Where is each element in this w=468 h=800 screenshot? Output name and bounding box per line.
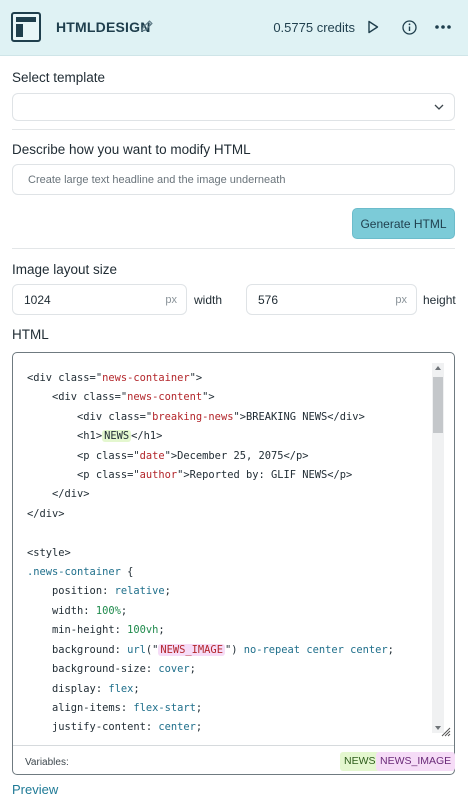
width-unit: px bbox=[165, 294, 177, 306]
scroll-up-arrow-icon[interactable] bbox=[434, 365, 442, 371]
scrollbar-thumb[interactable] bbox=[433, 377, 443, 433]
generate-html-button[interactable]: Generate HTML bbox=[352, 208, 455, 239]
template-select[interactable] bbox=[12, 93, 455, 121]
html-code-editor[interactable]: <div class="news-container"> <div class=… bbox=[12, 352, 456, 775]
modify-html-label: Describe how you want to modify HTML bbox=[12, 142, 251, 157]
html-editor-label: HTML bbox=[12, 327, 49, 342]
variable-badge[interactable]: NEWS bbox=[340, 752, 380, 771]
info-icon[interactable] bbox=[402, 20, 417, 35]
variables-label: Variables: bbox=[25, 757, 69, 768]
variables-divider bbox=[13, 745, 454, 746]
app-logo-icon bbox=[11, 12, 41, 42]
app-title: HTMLDESIGN bbox=[56, 19, 151, 35]
preview-link[interactable]: Preview bbox=[12, 782, 58, 797]
width-value: 1024 bbox=[24, 293, 51, 307]
width-input[interactable]: 1024 px bbox=[12, 284, 187, 315]
resize-grip-icon[interactable] bbox=[439, 725, 451, 737]
run-play-icon[interactable] bbox=[367, 20, 379, 34]
select-template-label: Select template bbox=[12, 70, 106, 85]
height-label: height bbox=[423, 293, 456, 307]
edit-pencil-icon[interactable] bbox=[140, 19, 154, 33]
image-layout-size-label: Image layout size bbox=[12, 262, 118, 277]
variable-badge[interactable]: NEWS_IMAGE bbox=[376, 752, 456, 771]
section-divider bbox=[12, 129, 455, 130]
height-value: 576 bbox=[258, 293, 279, 307]
credits-counter: 0.5775 credits bbox=[273, 20, 355, 35]
width-label: width bbox=[194, 293, 223, 307]
section-divider bbox=[12, 248, 455, 249]
editor-scrollbar[interactable] bbox=[432, 363, 444, 733]
height-unit: px bbox=[395, 294, 407, 306]
code-area[interactable]: <div class="news-container"> <div class=… bbox=[27, 369, 428, 737]
more-options-icon[interactable] bbox=[434, 22, 452, 32]
chevron-down-icon bbox=[434, 104, 444, 110]
app-header: HTMLDESIGN 0.5775 credits bbox=[0, 0, 468, 56]
height-input[interactable]: 576 px bbox=[246, 284, 417, 315]
modify-prompt-input[interactable] bbox=[12, 164, 455, 195]
